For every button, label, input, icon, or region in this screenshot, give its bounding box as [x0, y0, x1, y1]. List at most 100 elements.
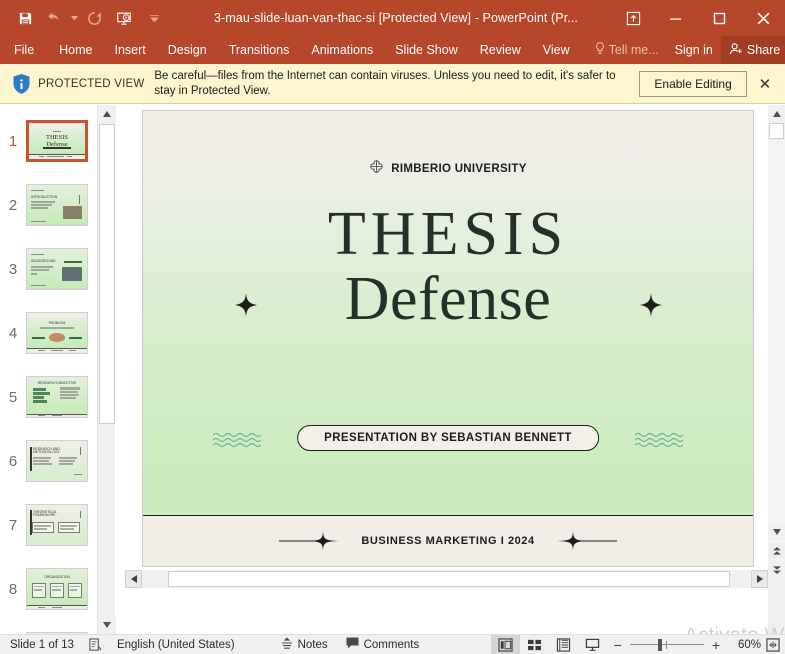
thumbnail-slide-4[interactable]: 4 PROBLEM: [0, 301, 97, 365]
zoom-level[interactable]: 60%: [727, 639, 761, 651]
thumbnail-number: 4: [0, 325, 26, 342]
slide-thumbnail-pane[interactable]: 1 THESISDefense: [0, 105, 97, 634]
horizontal-scrollbar[interactable]: [125, 570, 768, 588]
zoom-control[interactable]: − +: [607, 637, 727, 653]
thumbnail-slide-9[interactable]: 9: [0, 621, 97, 634]
thumbnail-preview[interactable]: THEORETICAL FRAMEWORK: [26, 504, 88, 546]
quick-access-toolbar: [0, 3, 169, 33]
thumbnail-number: 8: [0, 581, 26, 598]
tell-me-box[interactable]: Tell me...: [587, 42, 667, 58]
slide-sorter-icon[interactable]: [520, 635, 549, 654]
zoom-slider[interactable]: [630, 639, 704, 651]
scroll-up-icon[interactable]: [98, 105, 116, 123]
scroll-right-icon[interactable]: [751, 570, 768, 588]
slide-title-line1: THESIS: [143, 202, 753, 266]
zoom-in-button[interactable]: +: [709, 637, 723, 653]
presenter-pill[interactable]: PRESENTATION BY SEBASTIAN BENNETT: [297, 425, 599, 451]
thumbnail-number: 3: [0, 261, 26, 278]
tab-home[interactable]: Home: [48, 36, 103, 64]
minimize-icon[interactable]: [653, 0, 697, 36]
slide-vertical-scrollbar[interactable]: [768, 105, 785, 634]
enable-editing-button[interactable]: Enable Editing: [639, 71, 746, 97]
previous-slide-button[interactable]: [768, 542, 785, 559]
fit-slide-icon[interactable]: [761, 635, 785, 654]
scroll-down-icon[interactable]: [98, 616, 116, 634]
thumbnail-scrollbar[interactable]: [97, 105, 115, 634]
sign-in-button[interactable]: Sign in: [667, 43, 721, 57]
undo-icon[interactable]: [40, 3, 70, 33]
thumbnail-preview[interactable]: ORGANIZATION: [26, 568, 88, 610]
thumbnail-preview[interactable]: BACKGROUND: [26, 248, 88, 290]
thumbnail-slide-7[interactable]: 7 THEORETICAL FRAMEWORK: [0, 493, 97, 557]
undo-dropdown-icon[interactable]: [70, 3, 79, 33]
tab-transitions[interactable]: Transitions: [218, 36, 301, 64]
document-title: 3-mau-slide-luan-van-thac-si [Protected …: [169, 11, 613, 25]
thumbnail-number: 2: [0, 197, 26, 214]
vertical-scroll-thumb[interactable]: [769, 123, 784, 139]
normal-view-icon[interactable]: [491, 635, 520, 654]
slide-canvas[interactable]: RIMBERIO UNIVERSITY THESIS Defense: [142, 110, 754, 567]
zoom-out-button[interactable]: −: [611, 637, 625, 653]
scroll-down-icon[interactable]: [768, 523, 785, 540]
thumbnail-slide-6[interactable]: 6 RESEARCH AND METHODOLOGY: [0, 429, 97, 493]
close-icon[interactable]: [741, 0, 785, 36]
redo-icon[interactable]: [79, 3, 109, 33]
ribbon-tab-bar: File Home Insert Design Transitions Anim…: [0, 36, 785, 64]
work-area: 1 THESISDefense: [0, 105, 785, 634]
thumbnail-preview[interactable]: RESEARCH OBJECTIVE: [26, 376, 88, 418]
thumbnail-slide-8[interactable]: 8 ORGANIZATION: [0, 557, 97, 621]
thumbnail-preview[interactable]: THESISDefense: [26, 120, 88, 162]
horizontal-scroll-thumb[interactable]: [168, 571, 730, 587]
thumbnail-number: 5: [0, 389, 26, 406]
thumbnail-preview[interactable]: RESEARCH AND METHODOLOGY: [26, 440, 88, 482]
tab-review[interactable]: Review: [469, 36, 532, 64]
footer-ornament-right: [557, 530, 617, 552]
comments-button[interactable]: Comments: [337, 637, 429, 652]
scroll-up-icon[interactable]: [768, 105, 785, 122]
zoom-slider-handle[interactable]: [658, 639, 662, 651]
slide-title-line2: Defense: [143, 266, 753, 332]
tab-slide-show[interactable]: Slide Show: [384, 36, 469, 64]
scroll-left-icon[interactable]: [125, 570, 142, 588]
person-add-icon: [729, 42, 743, 59]
slide-show-icon[interactable]: [578, 635, 607, 654]
share-button[interactable]: Share: [721, 36, 785, 64]
slide-title[interactable]: THESIS Defense: [143, 202, 753, 332]
notes-button[interactable]: Notes: [272, 637, 337, 653]
restore-icon[interactable]: [697, 0, 741, 36]
status-bar: Slide 1 of 13 English (United States) No…: [0, 634, 785, 654]
tab-insert[interactable]: Insert: [104, 36, 157, 64]
thumbnail-slide-2[interactable]: 2 INTRODUCTION: [0, 173, 97, 237]
thumbnail-preview[interactable]: PROBLEM: [26, 312, 88, 354]
slideshow-icon[interactable]: [109, 3, 139, 33]
lightbulb-icon: [595, 42, 605, 58]
chevron-down-icon[interactable]: [139, 3, 169, 33]
notes-label: Notes: [298, 639, 328, 651]
tab-view[interactable]: View: [532, 36, 581, 64]
wave-decoration-right: [635, 432, 683, 455]
close-banner-icon[interactable]: ✕: [753, 75, 777, 93]
comment-icon: [346, 637, 359, 652]
slide-content: RIMBERIO UNIVERSITY THESIS Defense: [143, 111, 753, 566]
thumbnail-slide-1[interactable]: 1 THESISDefense: [0, 109, 97, 173]
accessibility-checker-icon[interactable]: [83, 638, 108, 652]
comments-label: Comments: [364, 639, 420, 651]
thumbnail-slide-3[interactable]: 3 BACKGROUND: [0, 237, 97, 301]
language-indicator[interactable]: English (United States): [108, 639, 244, 651]
protected-view-message: Be careful—files from the Internet can c…: [154, 69, 639, 99]
reading-view-icon[interactable]: [549, 635, 578, 654]
brand-name: RIMBERIO UNIVERSITY: [391, 163, 526, 175]
next-slide-button[interactable]: [768, 561, 785, 578]
thumbnail-number: 7: [0, 517, 26, 534]
tell-me-label: Tell me...: [609, 43, 659, 57]
save-icon[interactable]: [10, 3, 40, 33]
tab-animations[interactable]: Animations: [300, 36, 384, 64]
tab-design[interactable]: Design: [157, 36, 218, 64]
slide-indicator[interactable]: Slide 1 of 13: [0, 639, 83, 651]
thumbnail-preview[interactable]: INTRODUCTION: [26, 184, 88, 226]
ribbon-options-icon[interactable]: [613, 0, 653, 36]
thumbnail-slide-5[interactable]: 5 RESEARCH OBJECTIVE: [0, 365, 97, 429]
slide-brand: RIMBERIO UNIVERSITY: [143, 159, 753, 179]
tab-file[interactable]: File: [0, 36, 48, 64]
thumbnail-scroll-thumb[interactable]: [99, 124, 115, 424]
